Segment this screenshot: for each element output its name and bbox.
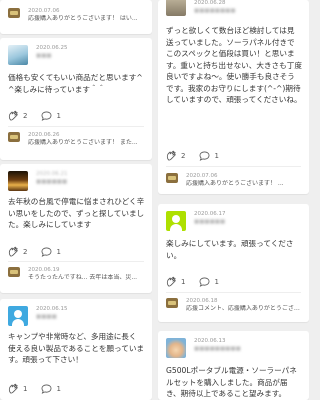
reply-date: 2020.06.26 [28, 132, 60, 138]
comment-date: 2020.06.17 [194, 211, 226, 217]
comment-count: 1 [214, 277, 219, 286]
divider [166, 166, 301, 167]
like-count: 2 [23, 111, 28, 120]
shop-logo-icon [166, 298, 178, 308]
reply-row[interactable]: 2020.06.18 応援コメント、応援購入ありがとうござい... [166, 298, 304, 313]
like-count: 1 [181, 277, 186, 286]
reply-text: 応援購入ありがとうございます！ また... [28, 139, 138, 146]
shop-logo-icon [8, 132, 20, 142]
comment-date: 2020.06.15 [36, 306, 68, 312]
comment-actions: 1 1 [166, 276, 219, 287]
avatar[interactable] [8, 45, 28, 65]
comment-date: 2020.06.13 [194, 338, 226, 344]
reply-date: 2020.06.18 [186, 298, 218, 304]
comment-header: 2020.06.25 ■■■ [8, 45, 68, 65]
user-name[interactable]: ■■■■■■ [194, 218, 226, 226]
shop-logo-icon [166, 173, 178, 183]
comment-actions: 2 1 [166, 150, 219, 161]
reply-date: 2020.07.06 [28, 8, 60, 14]
comment-count: 1 [56, 111, 61, 120]
reply-row[interactable]: 2020.07.06 応援購入ありがとうございます！ はい... [8, 8, 146, 23]
comment-actions: 2 1 [8, 246, 61, 257]
avatar[interactable] [8, 171, 28, 191]
clap-icon[interactable] [8, 246, 19, 257]
comment-card: 2020.06.17 ■■■■■■ 楽しみにしています。頑張ってください。 1 … [158, 204, 309, 322]
speech-bubble-icon[interactable] [199, 276, 210, 287]
clap-icon[interactable] [8, 110, 19, 121]
comment-header: 2020.06.15 ■■■■ [8, 306, 68, 326]
clap-icon[interactable] [8, 383, 19, 394]
like-count: 1 [23, 384, 28, 393]
comment-header: 2020.06.21 ■■■■■■ [8, 171, 68, 191]
user-name[interactable]: ■■■■■■■■ [194, 7, 236, 15]
user-name[interactable]: ■■■■■■■■■ [194, 345, 241, 353]
comment-date: 2020.06.28 [194, 0, 226, 6]
comment-card: 2020.06.28 ■■■■■■■■ ずっと欲しくて数台ほど検討しては見送って… [158, 0, 309, 194]
clap-icon[interactable] [166, 276, 177, 287]
divider [166, 292, 301, 293]
comment-body: キャンプや非常時など、多用途に長く使える良い製品であることを願っています。頑張っ… [8, 332, 145, 364]
avatar[interactable] [166, 0, 186, 16]
user-name[interactable]: ■■■ [36, 52, 68, 60]
comment-actions: 2 1 [8, 110, 61, 121]
comment-body: 去年秋の台風で停電に悩まされひどく辛い思いをしたので、ずっと探していました。楽し… [8, 197, 145, 229]
divider [8, 126, 144, 127]
reply-date: 2020.07.06 [186, 173, 218, 179]
reply-text: 応援購入ありがとうございます！ ... [186, 180, 284, 187]
comment-count: 1 [214, 151, 219, 160]
reply-row[interactable]: 2020.06.26 応援購入ありがとうございます！ また... [8, 132, 146, 147]
comment-date: 2020.06.25 [36, 45, 68, 51]
user-name[interactable]: ■■■■ [36, 313, 68, 321]
comment-body: G500Lポータブル電源・ソーラーパネルセットを購入しました。商品が届き、期待以… [166, 366, 297, 398]
comment-card: 2020.06.13 ■■■■■■■■■ G500Lポータブル電源・ソーラーパネ… [158, 331, 309, 400]
avatar[interactable] [166, 338, 186, 358]
speech-bubble-icon[interactable] [41, 246, 52, 257]
reply-text: 応援購入ありがとうございます！ はい... [28, 15, 138, 22]
avatar[interactable] [8, 306, 28, 326]
reply-row[interactable]: 2020.06.19 そうたったんですね... 去年は本当、災... [8, 267, 146, 282]
reply-date: 2020.06.19 [28, 267, 60, 273]
comment-header: 2020.06.17 ■■■■■■ [166, 211, 226, 231]
comment-date: 2020.06.21 [36, 171, 68, 177]
like-count: 2 [181, 151, 186, 160]
user-name[interactable]: ■■■■■■ [36, 178, 68, 186]
like-count: 2 [23, 247, 28, 256]
comment-actions: 1 1 [8, 383, 61, 394]
shop-logo-icon [8, 8, 20, 18]
avatar[interactable] [166, 211, 186, 231]
comment-count: 1 [56, 384, 61, 393]
speech-bubble-icon[interactable] [41, 383, 52, 394]
comment-feed: 2020.07.06 応援購入ありがとうございます！ はい... 2020.06… [0, 0, 309, 400]
comment-card: 2020.06.15 ■■■■ キャンプや非常時など、多用途に長く使える良い製品… [0, 299, 152, 400]
speech-bubble-icon[interactable] [41, 110, 52, 121]
comment-header: 2020.06.28 ■■■■■■■■ [166, 0, 236, 16]
comment-header: 2020.06.13 ■■■■■■■■■ [166, 338, 241, 358]
comment-count: 1 [56, 247, 61, 256]
comment-body: 楽しみにしています。頑張ってください。 [166, 239, 294, 260]
divider [8, 261, 144, 262]
comment-body: ずっと欲しくて数台ほど検討しては見送っていました。ソーラパネル付きでこのスペック… [166, 26, 302, 104]
comment-card: 2020.07.06 応援購入ありがとうございます！ はい... [0, 0, 152, 34]
comment-card: 2020.06.21 ■■■■■■ 去年秋の台風で停電に悩まされひどく辛い思いを… [0, 164, 152, 293]
reply-text: そうたったんですね... 去年は本当、災... [28, 274, 138, 281]
shop-logo-icon [8, 267, 20, 277]
reply-row[interactable]: 2020.07.06 応援購入ありがとうございます！ ... [166, 173, 304, 188]
speech-bubble-icon[interactable] [199, 150, 210, 161]
comment-body: 価格も安くてもいい商品だと思います^ ^楽しみに待っています＾＾ [8, 73, 143, 94]
comment-card: 2020.06.25 ■■■ 価格も安くてもいい商品だと思います^ ^楽しみに待… [0, 38, 152, 160]
clap-icon[interactable] [166, 150, 177, 161]
reply-text: 応援コメント、応援購入ありがとうござい... [186, 305, 304, 312]
